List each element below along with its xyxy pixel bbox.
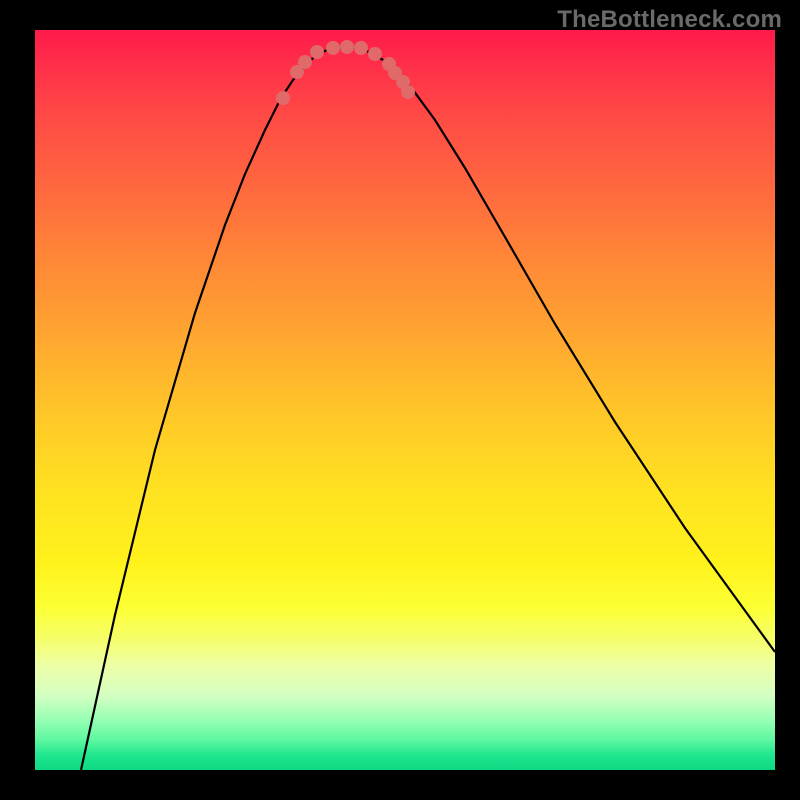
chart-svg [35,30,775,770]
watermark-text: TheBottleneck.com [557,6,782,34]
chart-frame: TheBottleneck.com [0,0,800,800]
curve-marker [276,91,290,105]
curve-marker [354,41,368,55]
curve-marker [326,41,340,55]
curve-marker [340,40,354,54]
bottleneck-curve [81,48,775,770]
plot-area [35,30,775,770]
curve-marker [310,45,324,59]
curve-markers [276,40,415,105]
curve-marker [368,47,382,61]
curve-marker [298,55,312,69]
curve-marker [401,85,415,99]
